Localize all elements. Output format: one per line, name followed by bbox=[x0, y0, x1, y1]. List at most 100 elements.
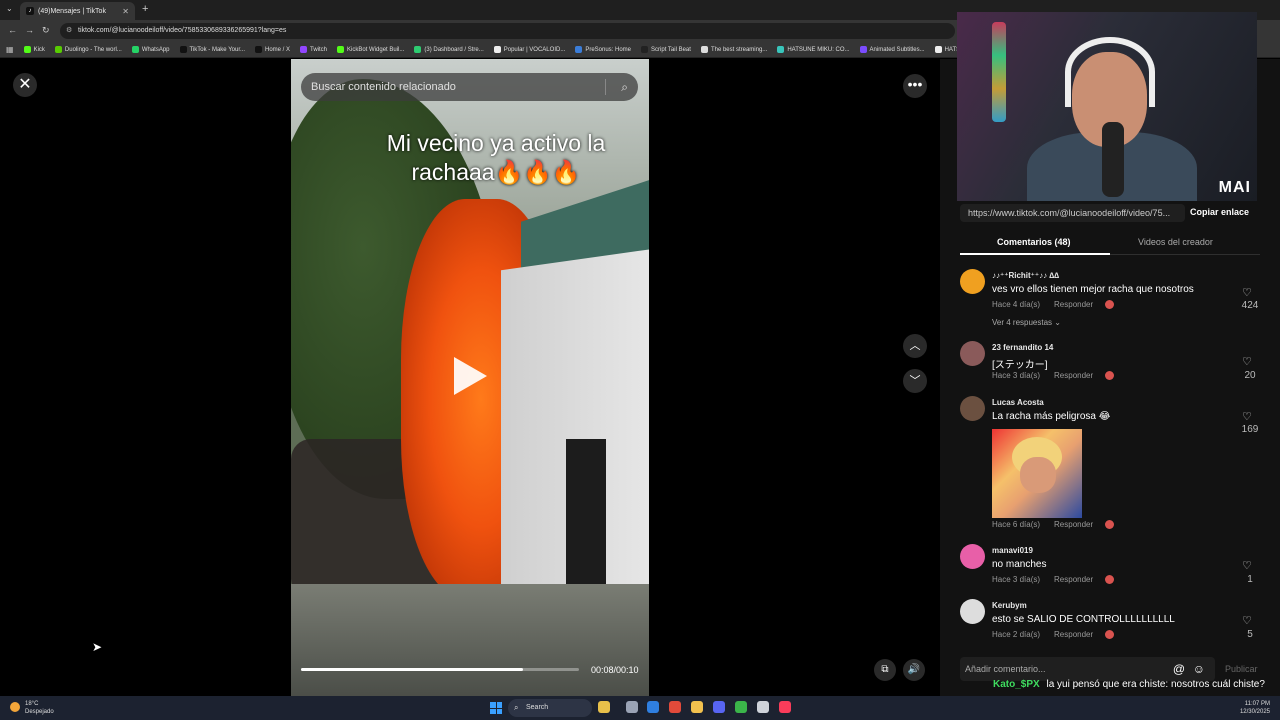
related-search-input[interactable]: Buscar contenido relacionado ⌕ bbox=[301, 73, 638, 101]
bookmark-item[interactable]: WhatsApp bbox=[131, 46, 170, 53]
bookmark-item[interactable]: Home / X bbox=[254, 46, 290, 53]
avatar[interactable] bbox=[960, 599, 985, 624]
avatar[interactable] bbox=[960, 544, 985, 569]
comment-username[interactable]: 23 fernandito 14 bbox=[992, 343, 1053, 352]
bookmark-item[interactable]: TikTok - Make Your... bbox=[179, 46, 245, 53]
more-options-icon[interactable]: ••• bbox=[903, 74, 927, 98]
progress-bar[interactable] bbox=[301, 668, 579, 671]
share-link-field[interactable]: https://www.tiktok.com/@lucianoodeiloff/… bbox=[960, 204, 1185, 222]
like-icon[interactable]: ♡ bbox=[1242, 286, 1252, 299]
new-tab-button[interactable]: + bbox=[142, 3, 148, 15]
forward-icon[interactable]: → bbox=[25, 25, 34, 35]
like-icon[interactable]: ♡ bbox=[1242, 614, 1252, 627]
search-icon[interactable]: ⌕ bbox=[621, 73, 628, 101]
tab-creator-videos[interactable]: Videos del creador bbox=[1138, 237, 1213, 247]
chatgpt-icon[interactable] bbox=[757, 701, 769, 713]
file-explorer-icon[interactable] bbox=[691, 701, 703, 713]
bookmark-label: WhatsApp bbox=[141, 46, 170, 53]
chat-message: Kato_$PX la yui pensó que era chiste: no… bbox=[993, 679, 1265, 690]
emoji-icon[interactable]: ☺ bbox=[1193, 657, 1205, 681]
tab-search-icon[interactable]: ⌄ bbox=[6, 4, 13, 13]
reply-button[interactable]: Responder bbox=[1054, 520, 1093, 529]
bookmark-item[interactable]: The best streaming... bbox=[700, 46, 768, 53]
close-tab-icon[interactable]: ✕ bbox=[122, 7, 129, 16]
music-icon[interactable] bbox=[779, 701, 791, 713]
like-icon[interactable]: ♡ bbox=[1242, 355, 1252, 368]
comment-username[interactable]: Kerubym bbox=[992, 601, 1027, 610]
bookmark-item[interactable]: Script Tail Beat bbox=[641, 46, 691, 53]
bookmark-label: TikTok - Make Your... bbox=[189, 46, 245, 53]
reload-icon[interactable]: ↻ bbox=[42, 25, 50, 36]
comment-username[interactable]: ♪♪⁺⁺Richit⁺⁺♪♪ ∆∆ bbox=[992, 271, 1059, 280]
bookmark-item[interactable]: Kick bbox=[23, 46, 45, 53]
bookmark-item[interactable]: Popular | VOCALOID... bbox=[493, 46, 566, 53]
reply-button[interactable]: Responder bbox=[1054, 300, 1093, 309]
like-icon[interactable]: ♡ bbox=[1242, 410, 1252, 423]
reply-button[interactable]: Responder bbox=[1054, 630, 1093, 639]
previous-video-icon[interactable]: ︿ bbox=[903, 334, 927, 358]
bookmark-item[interactable]: (3) Dashboard / Stre... bbox=[414, 46, 484, 53]
avatar[interactable] bbox=[960, 269, 985, 294]
play-icon[interactable] bbox=[454, 357, 487, 395]
start-icon[interactable] bbox=[490, 702, 502, 714]
bookmark-favicon-icon bbox=[414, 46, 422, 53]
copy-link-button[interactable]: Copiar enlace bbox=[1190, 207, 1249, 217]
comment-username[interactable]: manavi019 bbox=[992, 546, 1033, 555]
bookmark-favicon-icon bbox=[23, 46, 31, 53]
comment-text: La racha más peligrosa 😂 bbox=[992, 411, 1111, 422]
mention-icon[interactable]: @ bbox=[1173, 657, 1185, 681]
bookmark-item[interactable]: Duolingo - The worl... bbox=[54, 46, 122, 53]
comment-time: Hace 4 día(s) bbox=[992, 300, 1041, 309]
comment-username[interactable]: Lucas Acosta bbox=[992, 398, 1044, 407]
browser-tab[interactable]: ♪ (49)Mensajes | TikTok ✕ bbox=[20, 2, 135, 20]
bookmark-item[interactable]: Animated Subtitles... bbox=[859, 46, 925, 53]
tab-comments[interactable]: Comentarios (48) bbox=[997, 237, 1071, 247]
bookmark-label: The best streaming... bbox=[710, 46, 768, 53]
bookmark-item[interactable]: HATSUNE MIKU: CO... bbox=[777, 46, 850, 53]
like-count: 20 bbox=[1244, 370, 1256, 381]
taskbar-search[interactable]: ⌕ Search bbox=[508, 699, 592, 717]
avatar[interactable] bbox=[960, 396, 985, 421]
video-player[interactable]: Buscar contenido relacionado ⌕ Mi vecino… bbox=[291, 59, 649, 696]
tab-title: (49)Mensajes | TikTok bbox=[38, 7, 106, 15]
volume-icon[interactable]: 🔊 bbox=[903, 659, 925, 681]
bookmark-favicon-icon bbox=[337, 46, 345, 53]
view-replies-button[interactable]: Ver 4 respuestas ⌄ bbox=[992, 318, 1061, 327]
comment-text: [ステッカー] bbox=[992, 360, 1048, 371]
address-bar[interactable]: ⚙ tiktok.com/@lucianoodeiloff/video/7585… bbox=[60, 23, 955, 39]
next-video-icon[interactable]: ﹀ bbox=[903, 369, 927, 393]
browser-icon[interactable] bbox=[735, 701, 747, 713]
comment-meta: Hace 3 día(s) Responder bbox=[992, 371, 1115, 381]
comment-meta: Hace 3 día(s) Responder bbox=[992, 575, 1115, 585]
close-icon[interactable]: ✕ bbox=[13, 73, 37, 97]
system-clock[interactable]: 11:07 PM 12/30/2025 bbox=[1240, 700, 1270, 716]
bookmark-label: Popular | VOCALOID... bbox=[503, 46, 566, 53]
avatar[interactable] bbox=[960, 341, 985, 366]
video-caption: Mi vecino ya activo la rachaaa🔥🔥🔥 bbox=[386, 130, 606, 185]
chrome-icon[interactable] bbox=[669, 701, 681, 713]
edge-icon[interactable] bbox=[647, 701, 659, 713]
task-view-icon[interactable] bbox=[626, 701, 638, 713]
like-count: 169 bbox=[1241, 424, 1259, 435]
bookmark-label: Script Tail Beat bbox=[651, 46, 691, 53]
bookmark-item[interactable]: Twitch bbox=[300, 46, 327, 53]
add-comment-input[interactable]: Añadir comentario... @ ☺ bbox=[960, 657, 1215, 681]
bookmark-item[interactable]: PreSonus: Home bbox=[575, 46, 631, 53]
bookmark-item[interactable]: KickBot Widget Buil... bbox=[337, 46, 404, 53]
reply-button[interactable]: Responder bbox=[1054, 575, 1093, 584]
like-count: 5 bbox=[1247, 629, 1253, 640]
bookmark-favicon-icon bbox=[575, 46, 583, 53]
search-icon: ⌕ bbox=[514, 703, 519, 712]
comment-sticker-image[interactable] bbox=[992, 429, 1082, 518]
widgets-icon[interactable] bbox=[598, 701, 610, 713]
comment-meta: Hace 2 día(s) Responder bbox=[992, 630, 1115, 640]
reply-button[interactable]: Responder bbox=[1054, 371, 1093, 380]
discord-icon[interactable] bbox=[713, 701, 725, 713]
site-info-icon[interactable]: ⚙ bbox=[66, 23, 72, 39]
publish-button[interactable]: Publicar bbox=[1225, 664, 1258, 674]
apps-icon[interactable]: ▦ bbox=[6, 45, 14, 54]
share-link-row: https://www.tiktok.com/@lucianoodeiloff/… bbox=[960, 202, 1260, 224]
like-icon[interactable]: ♡ bbox=[1242, 559, 1252, 572]
back-icon[interactable]: ← bbox=[8, 25, 17, 35]
floating-player-icon[interactable]: ⧉ bbox=[874, 659, 896, 681]
